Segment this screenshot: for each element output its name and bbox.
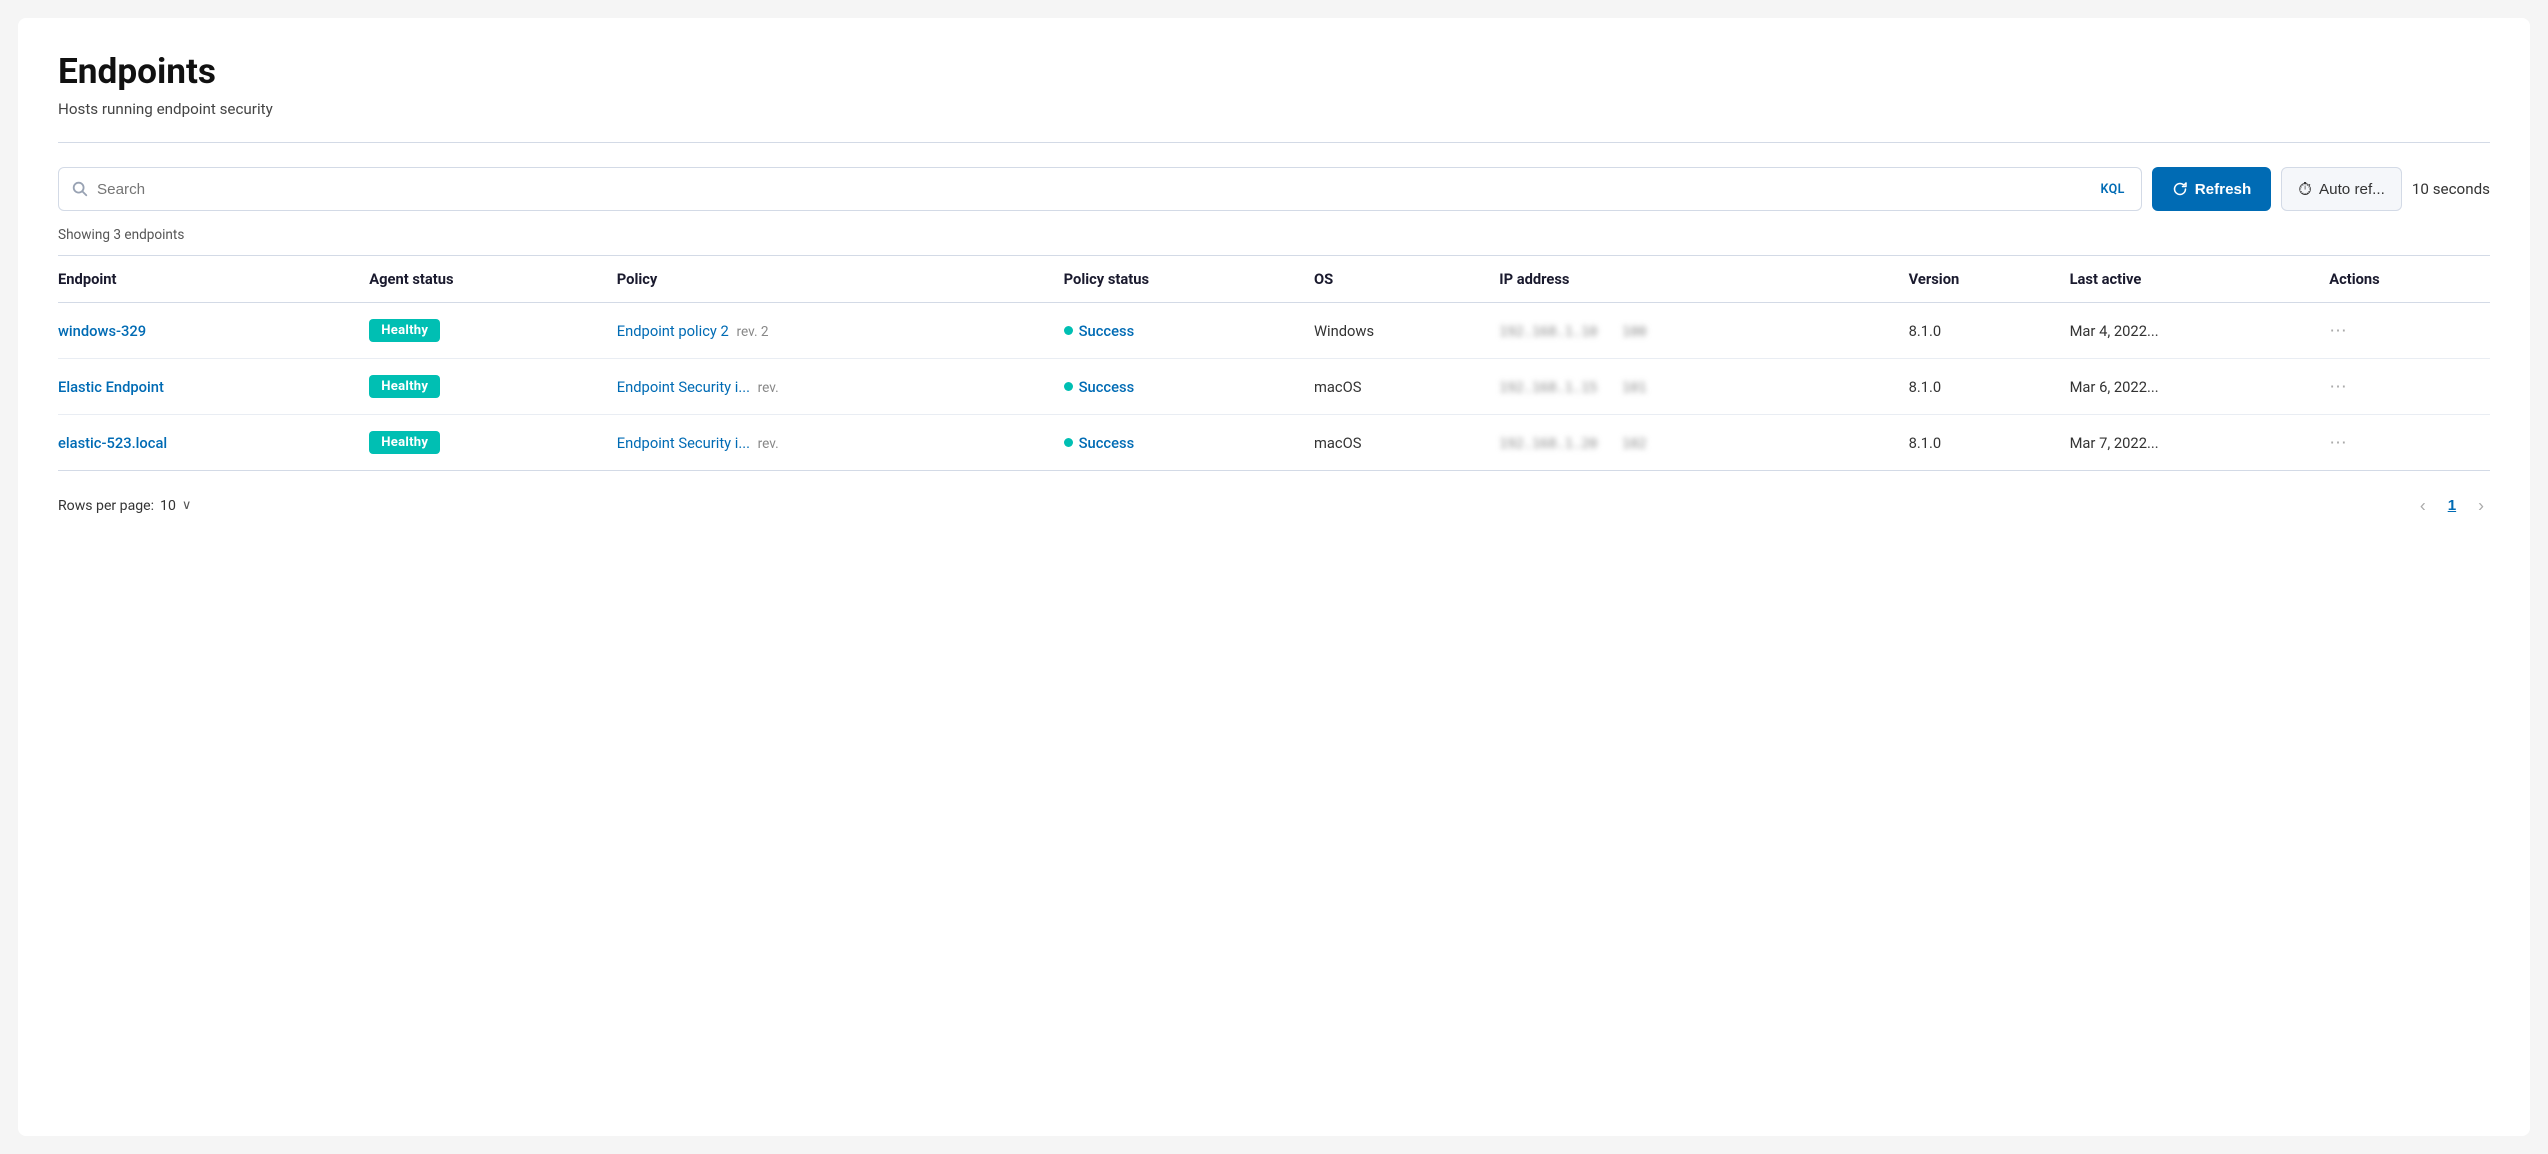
pagination: ‹ 1 › — [2414, 491, 2490, 520]
policy-rev-0: rev. 2 — [736, 324, 768, 340]
cell-os-0: Windows — [1314, 303, 1499, 359]
endpoint-link-0[interactable]: windows-329 — [58, 322, 146, 340]
col-policy: Policy — [617, 256, 1064, 303]
cell-actions-1: ⋯ — [2329, 359, 2490, 415]
page-title: Endpoints — [58, 50, 2490, 92]
cell-last-active-0: Mar 4, 2022... — [2070, 303, 2330, 359]
prev-page-button[interactable]: ‹ — [2414, 491, 2432, 520]
col-policy-status: Policy status — [1064, 256, 1314, 303]
endpoint-link-1[interactable]: Elastic Endpoint — [58, 378, 164, 396]
cell-policy-0: Endpoint policy 2 rev. 2 — [617, 303, 1064, 359]
status-dot-0 — [1064, 326, 1073, 335]
ip-address-0: 192.168.1.10 100 — [1499, 324, 1646, 340]
page-subtitle: Hosts running endpoint security — [58, 100, 2490, 118]
policy-link-2[interactable]: Endpoint Security i... — [617, 434, 750, 452]
cell-os-1: macOS — [1314, 359, 1499, 415]
col-endpoint: Endpoint — [58, 256, 369, 303]
cell-os-2: macOS — [1314, 415, 1499, 471]
cell-policy-status-1: Success — [1064, 359, 1314, 415]
rows-per-page-label: Rows per page: — [58, 498, 154, 514]
cell-policy-status-0: Success — [1064, 303, 1314, 359]
autorefresh-icon: ⏱ — [2298, 179, 2312, 200]
endpoints-table: Endpoint Agent status Policy Policy stat… — [58, 256, 2490, 471]
rows-per-page-value: 10 — [160, 498, 176, 514]
policy-status-1: Success — [1064, 378, 1302, 396]
cell-ip-0: 192.168.1.10 100 — [1499, 303, 1908, 359]
cell-last-active-2: Mar 7, 2022... — [2070, 415, 2330, 471]
next-page-button[interactable]: › — [2472, 491, 2490, 520]
policy-link-1[interactable]: Endpoint Security i... — [617, 378, 750, 396]
cell-ip-1: 192.168.1.15 101 — [1499, 359, 1908, 415]
toolbar: KQL Refresh ⏱ Auto ref... 10 seconds — [58, 167, 2490, 211]
refresh-label: Refresh — [2195, 181, 2252, 198]
table-row: windows-329 Healthy Endpoint policy 2 re… — [58, 303, 2490, 359]
col-os: OS — [1314, 256, 1499, 303]
search-icon — [71, 180, 89, 198]
actions-menu-icon-0[interactable]: ⋯ — [2329, 321, 2349, 341]
col-version: Version — [1909, 256, 2070, 303]
cell-agent-status-0: Healthy — [369, 303, 617, 359]
kql-badge[interactable]: KQL — [2097, 180, 2129, 199]
refresh-button[interactable]: Refresh — [2152, 167, 2272, 211]
rows-per-page-selector[interactable]: Rows per page: 10 ∨ — [58, 498, 191, 514]
col-agent-status: Agent status — [369, 256, 617, 303]
cell-policy-status-2: Success — [1064, 415, 1314, 471]
cell-agent-status-2: Healthy — [369, 415, 617, 471]
status-dot-1 — [1064, 382, 1073, 391]
cell-actions-2: ⋯ — [2329, 415, 2490, 471]
showing-count: Showing 3 endpoints — [58, 227, 2490, 243]
rows-per-page-chevron-icon: ∨ — [182, 498, 191, 513]
table-header-row: Endpoint Agent status Policy Policy stat… — [58, 256, 2490, 303]
header-divider — [58, 142, 2490, 143]
cell-version-1: 8.1.0 — [1909, 359, 2070, 415]
status-dot-2 — [1064, 438, 1073, 447]
actions-menu-icon-2[interactable]: ⋯ — [2329, 433, 2349, 453]
ip-address-2: 192.168.1.20 102 — [1499, 436, 1646, 452]
policy-status-2: Success — [1064, 434, 1302, 452]
search-input[interactable] — [97, 181, 2097, 198]
policy-rev-2: rev. — [758, 436, 779, 452]
table-row: elastic-523.local Healthy Endpoint Secur… — [58, 415, 2490, 471]
policy-link-0[interactable]: Endpoint policy 2 — [617, 322, 729, 340]
autorefresh-label: Auto ref... — [2319, 181, 2385, 198]
col-ip: IP address — [1499, 256, 1908, 303]
cell-endpoint-2: elastic-523.local — [58, 415, 369, 471]
healthy-badge-2: Healthy — [369, 431, 440, 454]
cell-policy-1: Endpoint Security i... rev. — [617, 359, 1064, 415]
col-actions: Actions — [2329, 256, 2490, 303]
policy-status-0: Success — [1064, 322, 1302, 340]
cell-endpoint-1: Elastic Endpoint — [58, 359, 369, 415]
table-row: Elastic Endpoint Healthy Endpoint Securi… — [58, 359, 2490, 415]
policy-rev-1: rev. — [758, 380, 779, 396]
table-footer: Rows per page: 10 ∨ ‹ 1 › — [58, 491, 2490, 520]
cell-version-0: 8.1.0 — [1909, 303, 2070, 359]
cell-ip-2: 192.168.1.20 102 — [1499, 415, 1908, 471]
col-last-active: Last active — [2070, 256, 2330, 303]
cell-agent-status-1: Healthy — [369, 359, 617, 415]
cell-endpoint-0: windows-329 — [58, 303, 369, 359]
cell-version-2: 8.1.0 — [1909, 415, 2070, 471]
cell-policy-2: Endpoint Security i... rev. — [617, 415, 1064, 471]
refresh-icon — [2172, 181, 2188, 197]
autorefresh-timer: 10 seconds — [2412, 180, 2490, 198]
healthy-badge-0: Healthy — [369, 319, 440, 342]
endpoint-link-2[interactable]: elastic-523.local — [58, 434, 167, 452]
autorefresh-button[interactable]: ⏱ Auto ref... — [2281, 167, 2402, 211]
healthy-badge-1: Healthy — [369, 375, 440, 398]
cell-actions-0: ⋯ — [2329, 303, 2490, 359]
actions-menu-icon-1[interactable]: ⋯ — [2329, 377, 2349, 397]
search-container: KQL — [58, 167, 2142, 211]
ip-address-1: 192.168.1.15 101 — [1499, 380, 1646, 396]
page-1-button[interactable]: 1 — [2440, 493, 2464, 518]
cell-last-active-1: Mar 6, 2022... — [2070, 359, 2330, 415]
